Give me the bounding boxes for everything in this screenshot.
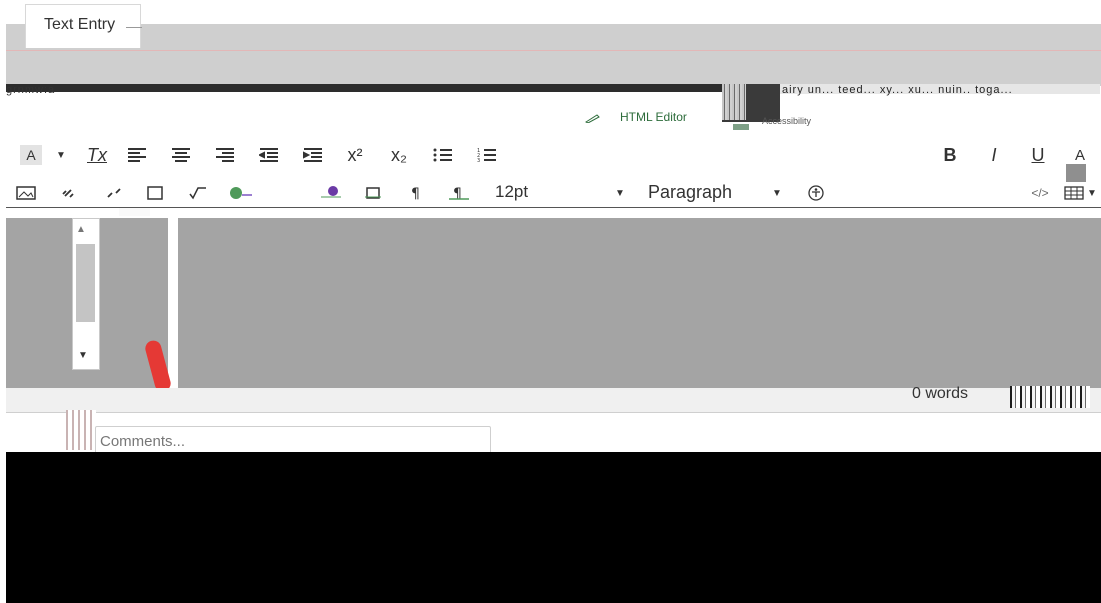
scroll-up-icon[interactable]: ▲ (76, 224, 86, 235)
align-left-icon[interactable] (126, 142, 148, 168)
chevron-down-icon[interactable]: ▼ (772, 180, 782, 206)
accessibility-checker-icon[interactable] (805, 180, 827, 206)
accessibility-label[interactable]: Accessibility (762, 116, 811, 126)
glitch-text-right: airy un... teed... xy... xu... nuin.. to… (782, 84, 1013, 96)
toolbar-divider (6, 207, 1101, 208)
tab-text-entry-label: Text Entry (44, 16, 116, 33)
pencil-icon[interactable] (584, 112, 603, 124)
scroll-down-icon[interactable]: ▼ (78, 350, 88, 361)
align-center-icon[interactable] (170, 142, 192, 168)
apps-icon[interactable] (227, 180, 253, 206)
table-icon[interactable] (1063, 180, 1085, 206)
indent-decrease-icon[interactable] (258, 142, 280, 168)
unlink-icon[interactable] (103, 180, 125, 206)
editor-top-edge (119, 208, 150, 216)
embed-icon[interactable] (362, 180, 384, 206)
superscript-button[interactable]: x² (344, 142, 366, 168)
clear-formatting-button[interactable]: Tx (86, 142, 108, 168)
indent-increase-icon[interactable] (302, 142, 324, 168)
toolbar-row-2: ¶ ¶ 12pt ▼ Paragraph ▼ </> ▼ (15, 180, 1100, 206)
underline-button[interactable]: U (1028, 142, 1048, 168)
paragraph-select[interactable]: Paragraph (648, 182, 732, 203)
svg-text:¶: ¶ (411, 186, 420, 201)
svg-text:3: 3 (477, 158, 480, 163)
subscript-button[interactable]: x₂ (388, 142, 410, 168)
bold-button[interactable]: B (940, 142, 960, 168)
ltr-icon[interactable]: ¶ (406, 180, 428, 206)
glitch-text-left: grnmw:a (6, 84, 56, 96)
html-source-icon[interactable]: </> (1025, 180, 1055, 206)
rich-text-editor[interactable] (178, 218, 1101, 388)
accessibility-icon[interactable] (733, 124, 749, 130)
word-count: 0 words (912, 385, 969, 402)
chevron-down-icon[interactable]: ▼ (615, 180, 625, 206)
glitch-stripes (66, 410, 96, 450)
background-color-button[interactable]: A (20, 145, 42, 165)
link-icon[interactable] (59, 180, 81, 206)
chevron-down-icon[interactable]: ▼ (56, 142, 66, 168)
italic-button[interactable]: I (984, 142, 1004, 168)
image-icon[interactable] (15, 180, 37, 206)
glitch-stripes (1010, 386, 1090, 408)
html-editor-link[interactable]: HTML Editor (620, 110, 687, 124)
media-icon[interactable] (145, 180, 167, 206)
blank-region (6, 452, 1101, 603)
tab-strip (6, 24, 1101, 50)
glitch-stripes (722, 84, 746, 120)
scrollbar-thumb[interactable] (76, 244, 95, 322)
chevron-down-icon[interactable]: ▼ (1087, 180, 1097, 206)
toolbar-row-1: A ▼ Tx x² x₂ 123 B I U A (20, 142, 1100, 168)
math-icon[interactable] (187, 180, 209, 206)
numbered-list-icon[interactable]: 123 (476, 142, 498, 168)
font-size-select[interactable]: 12pt (495, 182, 528, 202)
glitch-bar (6, 84, 726, 92)
header-band (6, 50, 1101, 86)
align-right-icon[interactable] (214, 142, 236, 168)
tab-underline (126, 27, 142, 28)
record-icon[interactable] (320, 180, 342, 206)
editor-divider (168, 218, 178, 388)
rtl-icon[interactable]: ¶ (448, 180, 470, 206)
bullet-list-icon[interactable] (432, 142, 454, 168)
